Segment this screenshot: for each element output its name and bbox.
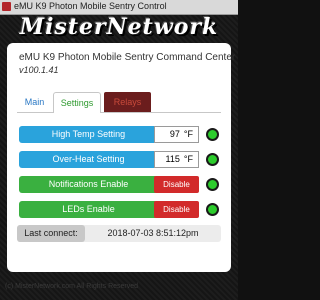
over-heat-unit: °F	[183, 154, 193, 164]
device-version: v100.1.41	[19, 65, 59, 75]
tab-divider	[101, 112, 221, 113]
tab-settings[interactable]: Settings	[53, 92, 101, 113]
last-connect-value: 2018-07-03 8:51:12pm	[107, 228, 199, 238]
brand-logo: MisterNetwork	[19, 14, 219, 40]
over-heat-setting-button[interactable]: Over-Heat Setting	[19, 151, 158, 168]
notifications-status-indicator-icon	[206, 178, 219, 191]
high-temp-value: 97	[169, 129, 180, 139]
footer-copyright: (c) MisterNetwork.com All Rights Reserve…	[5, 283, 139, 290]
window-title: eMU K9 Photon Mobile Sentry Control	[14, 1, 167, 11]
high-temp-unit: °F	[183, 129, 193, 139]
last-connect-label: Last connect:	[17, 225, 85, 242]
device-title: eMU K9 Photon Mobile Sentry Command Cent…	[19, 52, 236, 63]
title-bar: eMU K9 Photon Mobile Sentry Control	[0, 0, 238, 15]
leds-status-indicator-icon	[206, 203, 219, 216]
over-heat-status-indicator-icon	[206, 153, 219, 166]
app-window: eMU K9 Photon Mobile Sentry Control Mist…	[0, 0, 238, 300]
high-temp-value-field[interactable]: 97 °F	[154, 126, 199, 143]
notifications-disable-button[interactable]: Disable	[154, 176, 199, 193]
leds-disable-button[interactable]: Disable	[154, 201, 199, 218]
high-temp-status-indicator-icon	[206, 128, 219, 141]
leds-enable-button[interactable]: LEDs Enable	[19, 201, 158, 218]
over-heat-value-field[interactable]: 115 °F	[154, 151, 199, 168]
last-connect-status: Last connect: 2018-07-03 8:51:12pm	[17, 225, 221, 242]
app-icon	[2, 2, 11, 11]
high-temp-setting-button[interactable]: High Temp Setting	[19, 126, 158, 143]
notifications-enable-button[interactable]: Notifications Enable	[19, 176, 158, 193]
tab-divider	[17, 112, 53, 113]
control-card: eMU K9 Photon Mobile Sentry Command Cent…	[7, 43, 235, 272]
tab-main[interactable]: Main	[17, 92, 52, 113]
tab-relays[interactable]: Relays	[104, 92, 151, 113]
over-heat-value: 115	[165, 154, 180, 164]
